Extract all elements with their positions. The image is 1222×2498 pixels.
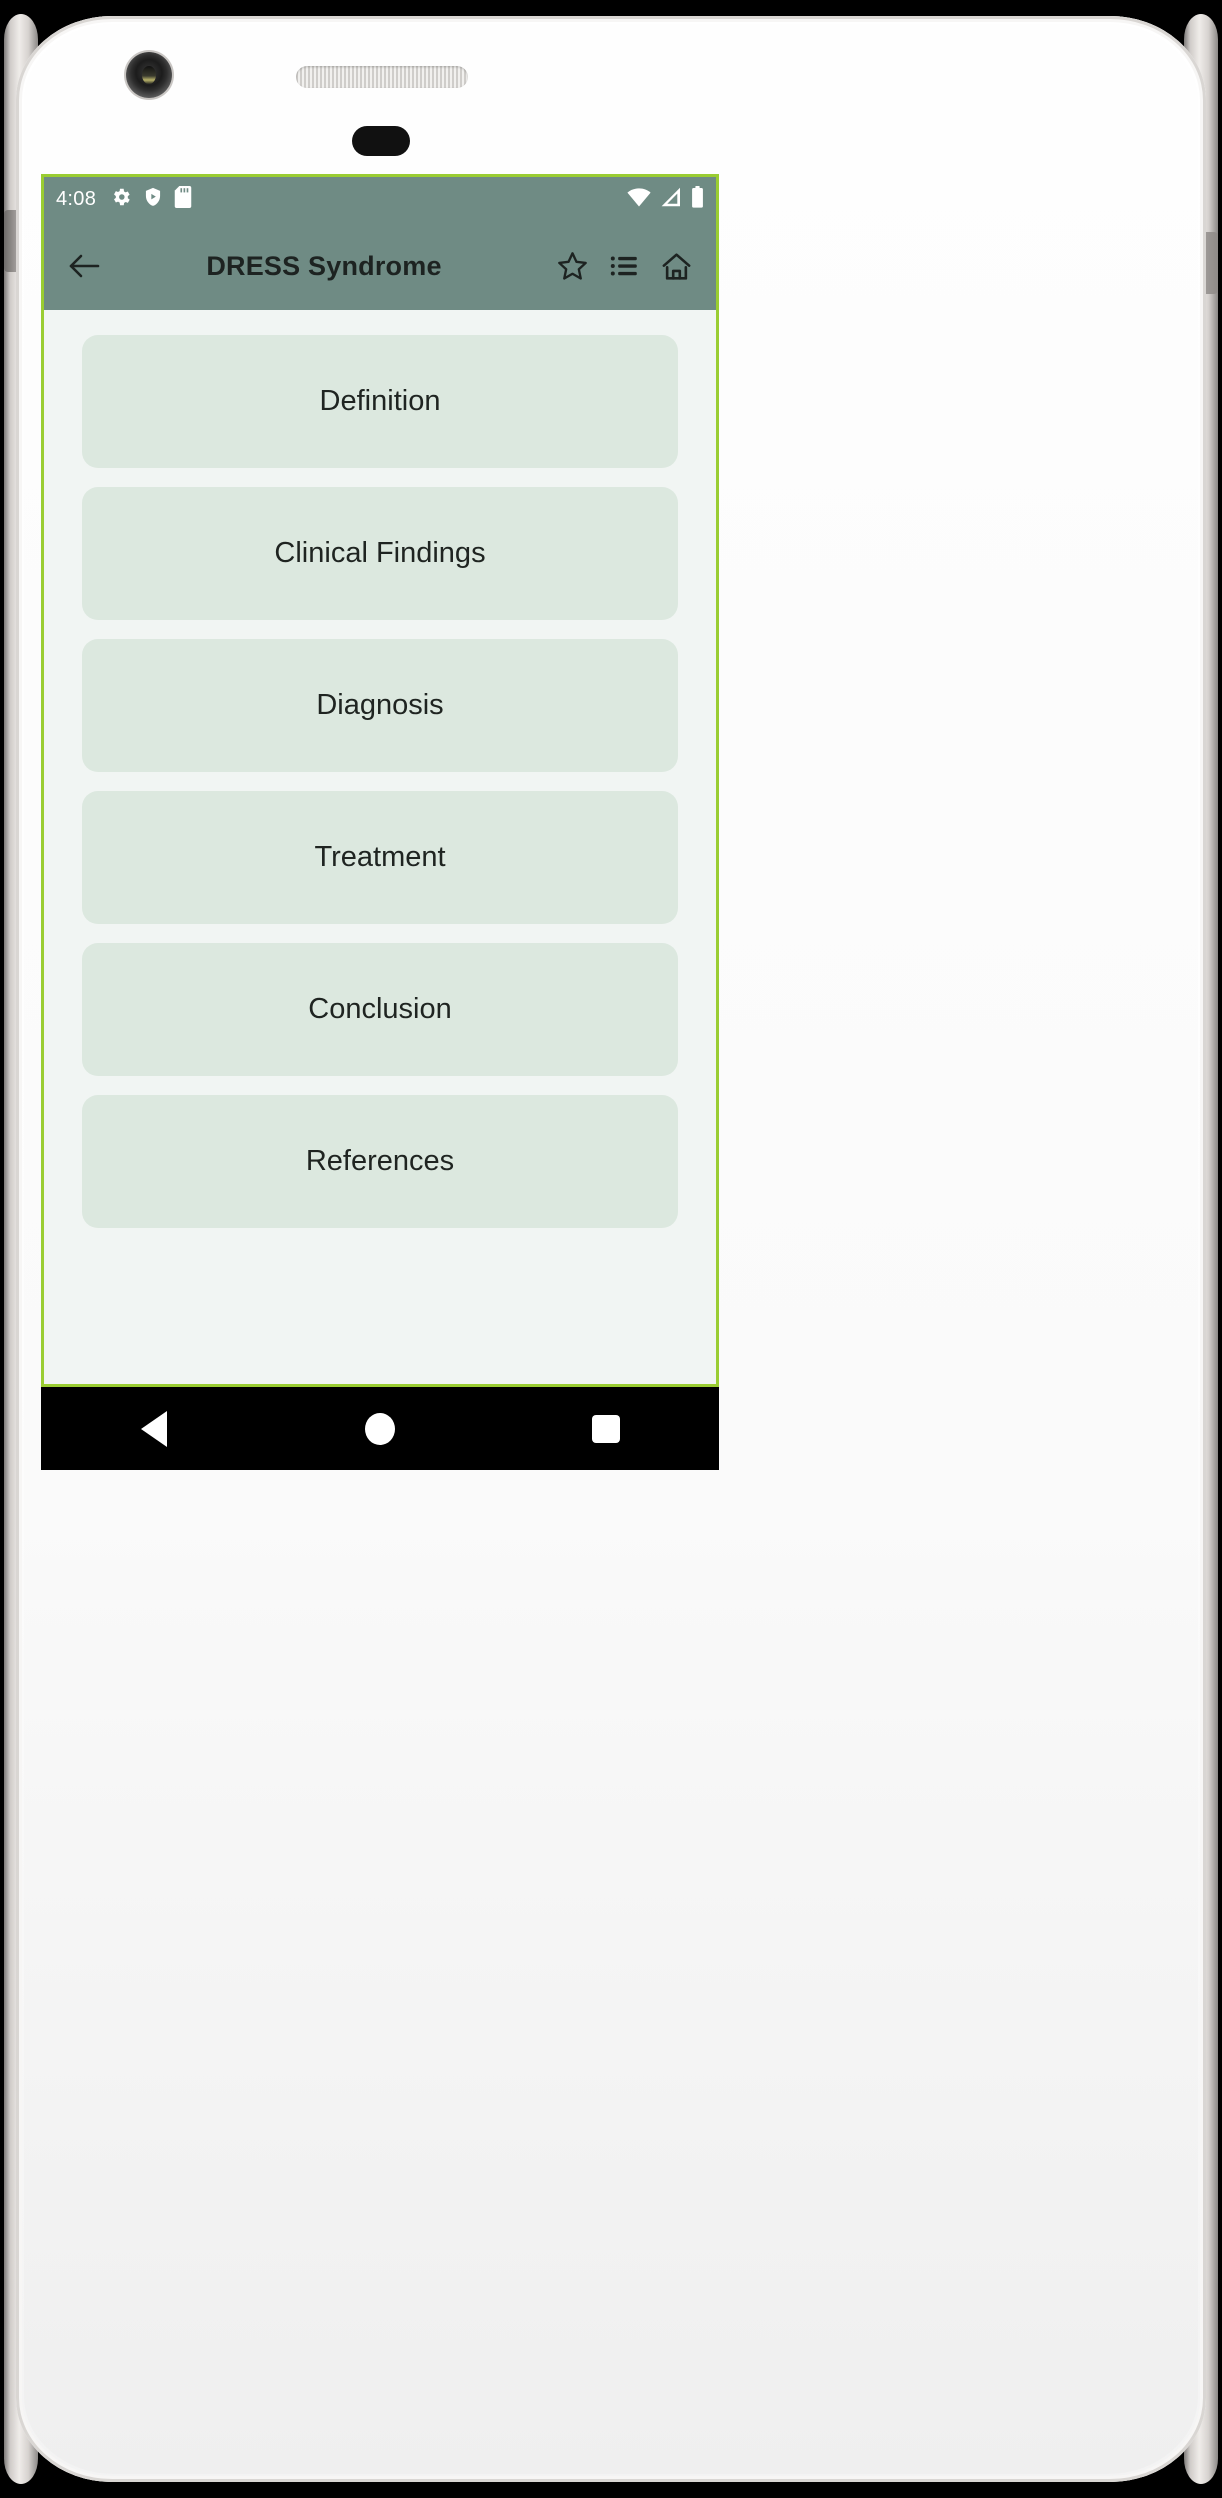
android-navigation-bar <box>41 1387 719 1470</box>
menu-button-definition[interactable]: Definition <box>82 335 678 468</box>
play-protect-shield-icon <box>143 186 163 213</box>
home-button[interactable] <box>650 240 702 292</box>
nav-recents-button[interactable] <box>566 1399 646 1459</box>
status-bar: 4:08 <box>44 177 716 222</box>
phone-frame: 4:08 DRESS Syndrome Definition Clinical … <box>0 0 1222 2498</box>
camera-lens <box>142 66 156 84</box>
hardware-home-button[interactable] <box>352 126 410 156</box>
triangle-back-icon <box>141 1410 167 1447</box>
menu-button-treatment[interactable]: Treatment <box>82 791 678 924</box>
sd-card-icon <box>174 186 192 213</box>
front-camera-icon <box>126 52 172 98</box>
favorite-button[interactable] <box>546 240 598 292</box>
menu-button-conclusion[interactable]: Conclusion <box>82 943 678 1076</box>
index-list-button[interactable] <box>598 240 650 292</box>
status-bar-right-icons <box>627 186 704 213</box>
menu-button-diagnosis[interactable]: Diagnosis <box>82 639 678 772</box>
wifi-icon <box>627 187 651 212</box>
nav-back-button[interactable] <box>114 1399 194 1459</box>
settings-gear-icon <box>110 186 132 213</box>
page-title: DRESS Syndrome <box>206 250 442 281</box>
circle-home-icon <box>365 1412 395 1445</box>
menu-button-references[interactable]: References <box>82 1095 678 1228</box>
menu-button-clinical-findings[interactable]: Clinical Findings <box>82 487 678 620</box>
earpiece-speaker-grille <box>296 66 468 88</box>
battery-icon <box>691 186 704 213</box>
app-toolbar: DRESS Syndrome <box>44 222 716 310</box>
status-bar-left-icons <box>110 186 192 213</box>
square-recents-icon <box>592 1414 620 1443</box>
cellular-signal-icon <box>660 187 682 212</box>
phone-screen: 4:08 DRESS Syndrome Definition Clinical … <box>41 174 719 1387</box>
status-bar-clock: 4:08 <box>56 188 97 210</box>
content-area: Definition Clinical Findings Diagnosis T… <box>44 310 716 1384</box>
nav-home-button[interactable] <box>340 1399 420 1459</box>
